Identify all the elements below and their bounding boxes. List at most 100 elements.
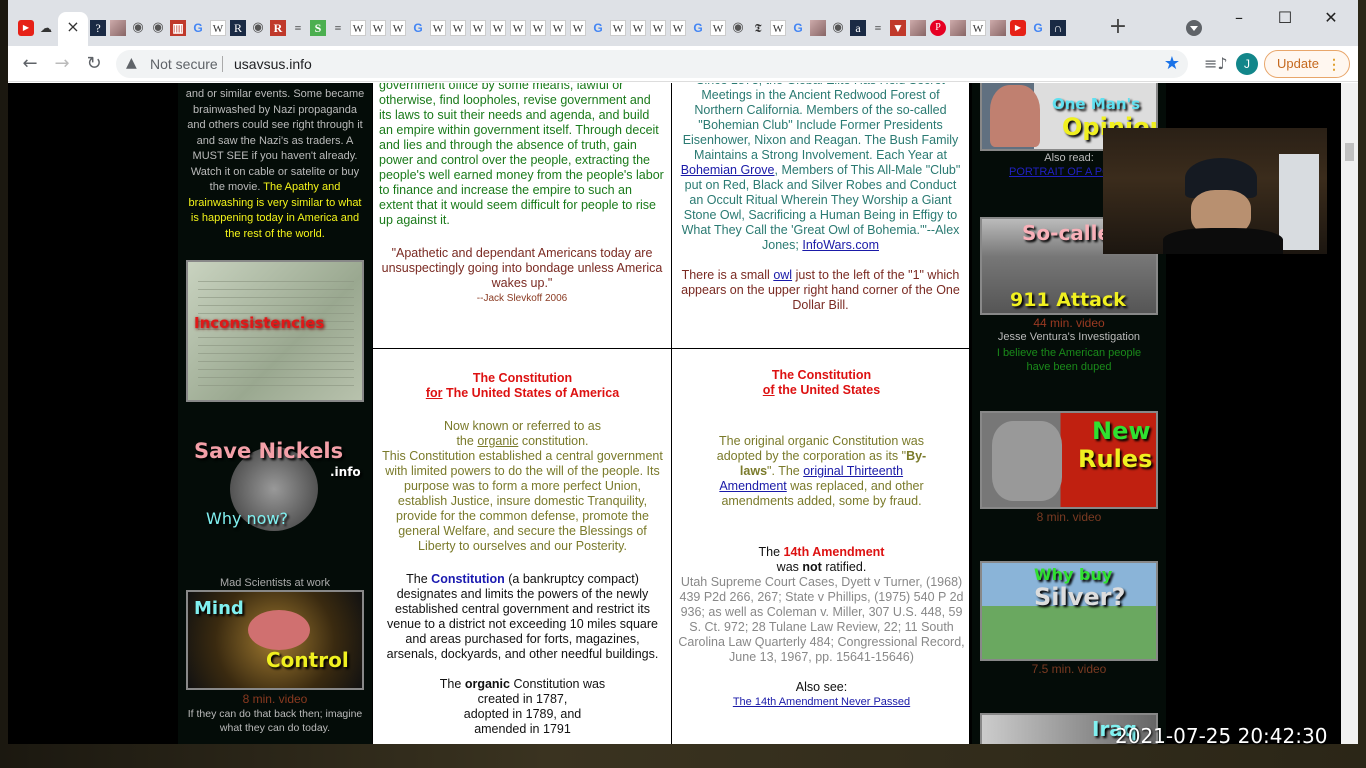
tab-image-icon[interactable] [910, 20, 926, 36]
tab-doc-icon[interactable]: ≡ [290, 20, 306, 36]
tab-question-icon[interactable]: ? [90, 20, 106, 36]
tab-wikipedia-icon[interactable]: W [770, 20, 786, 36]
tab-google-icon[interactable]: G [790, 20, 806, 36]
tab-wikipedia-icon[interactable]: W [570, 20, 586, 36]
tab-image-icon[interactable] [810, 20, 826, 36]
owl-link[interactable]: owl [773, 268, 792, 282]
bookmark-star-icon[interactable]: ★ [1164, 53, 1180, 74]
tab-S-green-icon[interactable]: S [310, 20, 326, 36]
media-control-icon[interactable]: ≡♪ [1204, 54, 1228, 73]
tab-red-book-icon[interactable]: ▥ [170, 20, 186, 36]
tab-wikipedia-icon[interactable]: W [390, 20, 406, 36]
for-emphasis: for [425, 386, 443, 400]
quote-author: --Jack Slevkoff 2006 [476, 293, 568, 304]
new-tab-button[interactable]: + [1108, 16, 1128, 38]
tab-wikipedia-icon[interactable]: W [710, 20, 726, 36]
tab-pinterest-icon[interactable]: P [930, 20, 946, 36]
minimize-button[interactable]: – [1224, 8, 1254, 28]
tab-youtube-icon[interactable]: ▶ [1010, 20, 1026, 36]
tab-wikipedia-icon[interactable]: W [430, 20, 446, 36]
tab-wikipedia-icon[interactable]: W [610, 20, 626, 36]
update-button[interactable]: Update ⋮ [1264, 50, 1350, 78]
tab-google-icon[interactable]: G [590, 20, 606, 36]
bylaws-paragraph: The original organic Constitution was ad… [716, 434, 927, 508]
slevkoff-quote: "Apathetic and dependant Americans today… [381, 246, 663, 290]
14th-never-passed-link[interactable]: The 14th Amendment Never Passed [672, 695, 971, 710]
tab-wikipedia-icon[interactable]: W [350, 20, 366, 36]
tab-wikipedia-icon[interactable]: W [370, 20, 386, 36]
url-text[interactable]: usavsus.info [234, 56, 312, 72]
scrollbar-thumb[interactable] [1345, 143, 1354, 161]
tab-google-icon[interactable]: G [410, 20, 426, 36]
silver-video-length: 7.5 min. video [1031, 662, 1107, 676]
tab-wikipedia-icon[interactable]: W [470, 20, 486, 36]
tab-google-icon[interactable]: G [190, 20, 206, 36]
constitution-of-title: The Constitution [771, 368, 872, 382]
forward-button[interactable]: → [50, 52, 74, 76]
close-window-button[interactable]: ✕ [1316, 8, 1346, 28]
menu-dots-icon[interactable]: ⋮ [1327, 51, 1341, 77]
bohemian-grove-link[interactable]: Bohemian Grove [681, 163, 775, 177]
inconsistencies-banner[interactable]: Inconsistencies [186, 260, 364, 402]
tab-wikipedia-icon[interactable]: W [550, 20, 566, 36]
tab-wikipedia-icon[interactable]: W [630, 20, 646, 36]
page-scrollbar[interactable] [1341, 83, 1358, 744]
organic-emphasis: organic [477, 434, 519, 448]
rules-label: Rules [1078, 445, 1153, 473]
save-nickels-banner[interactable]: Save Nickels .info Why now? [186, 433, 364, 543]
left-sidebar: and or similar events. Some became brain… [178, 83, 372, 744]
constitution-for-body: This Constitution established a central … [382, 449, 663, 553]
empire-paragraph: government office by some means, lawful … [379, 83, 664, 227]
address-bar[interactable]: ▲ Not secure usavsus.info ★ [116, 50, 1188, 78]
constitution-of-subtitle: the United States [778, 383, 881, 397]
close-tab-icon[interactable]: × [64, 18, 82, 36]
tab-doc-icon[interactable]: ≡ [330, 20, 346, 36]
reload-button[interactable]: ↻ [82, 52, 106, 76]
tab-wikipedia-icon[interactable]: W [530, 20, 546, 36]
brain-image [248, 610, 310, 650]
also-see-label: Also see: [795, 680, 848, 694]
tab-search-icon[interactable] [1186, 20, 1202, 36]
tab-nytimes-icon[interactable]: 𝕿 [750, 20, 766, 36]
tab-wikipedia-icon[interactable]: W [650, 20, 666, 36]
security-label[interactable]: Not secure [150, 56, 218, 72]
tab-globe-icon[interactable]: ◉ [130, 20, 146, 36]
tab-image-icon[interactable] [950, 20, 966, 36]
tab-globe-icon[interactable]: ◉ [250, 20, 266, 36]
owl-paragraph: There is a small owl just to the left of… [681, 268, 960, 312]
intro-text: and or similar events. Some became brain… [185, 88, 365, 240]
tab-wikipedia-icon[interactable]: W [490, 20, 506, 36]
tab-strip: ▶ ☁? ◉ ◉ ▥ G W R ◉ R ≡ S ≡ W W W G W W W W W W W W G W W W W G W ◉ 𝕿 W G ◉ a ≡… [8, 0, 1358, 46]
maximize-button[interactable]: ☐ [1270, 8, 1300, 28]
new-rules-banner[interactable]: New Rules [980, 411, 1158, 509]
why-buy-silver-banner[interactable]: Why buy Silver? [980, 561, 1158, 661]
tab-wikipedia-icon[interactable]: W [670, 20, 686, 36]
tab-doc-icon[interactable]: ≡ [870, 20, 886, 36]
tab-youtube-icon[interactable]: ▶ [18, 20, 34, 36]
tab-globe-icon[interactable]: ◉ [730, 20, 746, 36]
known-as-line: Now known or referred to as [443, 419, 601, 433]
tab-image-icon[interactable] [990, 20, 1006, 36]
profile-avatar[interactable]: J [1236, 53, 1258, 75]
warning-icon[interactable]: ▲ [126, 55, 137, 71]
tab-cloud-icon[interactable]: ☁ [38, 20, 54, 36]
save-nickels-domain: .info [330, 465, 361, 479]
tab-globe-icon[interactable]: ◉ [150, 20, 166, 36]
tab-wikipedia-icon[interactable]: W [510, 20, 526, 36]
tab-google-icon[interactable]: G [1030, 20, 1046, 36]
tab-wikipedia-icon[interactable]: W [450, 20, 466, 36]
tab-wikipedia-icon[interactable]: W [970, 20, 986, 36]
tab-R-red-icon[interactable]: R [270, 20, 286, 36]
tab-shield-icon[interactable]: ▼ [890, 20, 906, 36]
tab-bridge-icon[interactable]: ∩ [1050, 20, 1066, 36]
tab-globe-icon[interactable]: ◉ [830, 20, 846, 36]
mind-control-banner[interactable]: Mind Control [186, 590, 364, 690]
tab-person-icon[interactable] [110, 20, 126, 36]
tab-wikipedia-icon[interactable]: W [210, 20, 226, 36]
tab-R-dark-icon[interactable]: R [230, 20, 246, 36]
infowars-link[interactable]: InfoWars.com [802, 238, 879, 252]
attack-green-text: I believe the American people have been … [996, 347, 1142, 373]
tab-google-icon[interactable]: G [690, 20, 706, 36]
tab-amazon-icon[interactable]: a [850, 20, 866, 36]
back-button[interactable]: ← [18, 52, 42, 76]
